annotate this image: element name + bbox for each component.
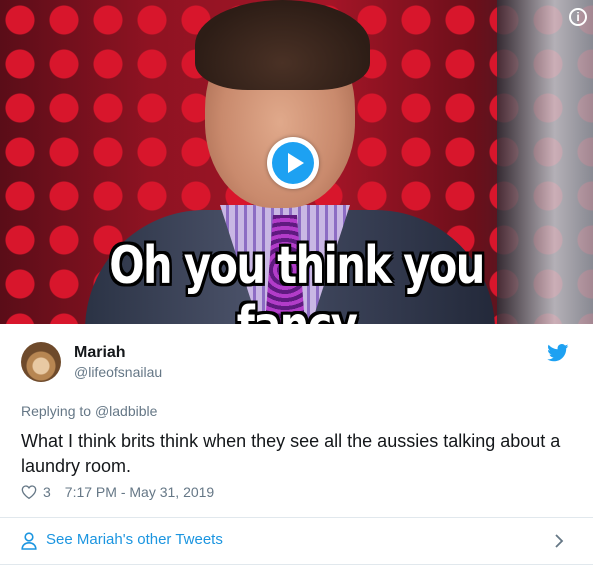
reply-context: Replying to @ladbible: [21, 403, 157, 419]
like-count: 3: [43, 484, 51, 500]
reply-prefix: Replying to: [21, 403, 92, 419]
heart-icon[interactable]: [21, 484, 37, 500]
tweet-card: Oh you think you fancy i Mariah @lifeofs…: [0, 0, 593, 565]
chevron-right-icon: [555, 534, 564, 548]
info-icon[interactable]: i: [569, 8, 587, 26]
twitter-bird-icon[interactable]: [547, 344, 569, 362]
tweet-timestamp[interactable]: 7:17 PM - May 31, 2019: [65, 484, 214, 500]
reply-handle-link[interactable]: @ladbible: [95, 403, 157, 419]
person-icon: [21, 532, 37, 550]
see-other-tweets-link[interactable]: See Mariah's other Tweets: [0, 518, 593, 564]
media-hair: [195, 0, 370, 90]
author-handle[interactable]: @lifeofsnailau: [74, 364, 162, 380]
author-name[interactable]: Mariah: [74, 344, 126, 362]
media-caption: Oh you think you fancy: [109, 236, 485, 324]
avatar[interactable]: [21, 342, 61, 382]
play-button[interactable]: [267, 137, 319, 189]
tweet-media-gif[interactable]: Oh you think you fancy i: [0, 0, 593, 324]
see-other-tweets-label: See Mariah's other Tweets: [46, 531, 223, 548]
tweet-text: What I think brits think when they see a…: [21, 431, 561, 476]
play-icon: [272, 142, 314, 184]
tweet-meta: 3 7:17 PM - May 31, 2019: [21, 484, 214, 500]
